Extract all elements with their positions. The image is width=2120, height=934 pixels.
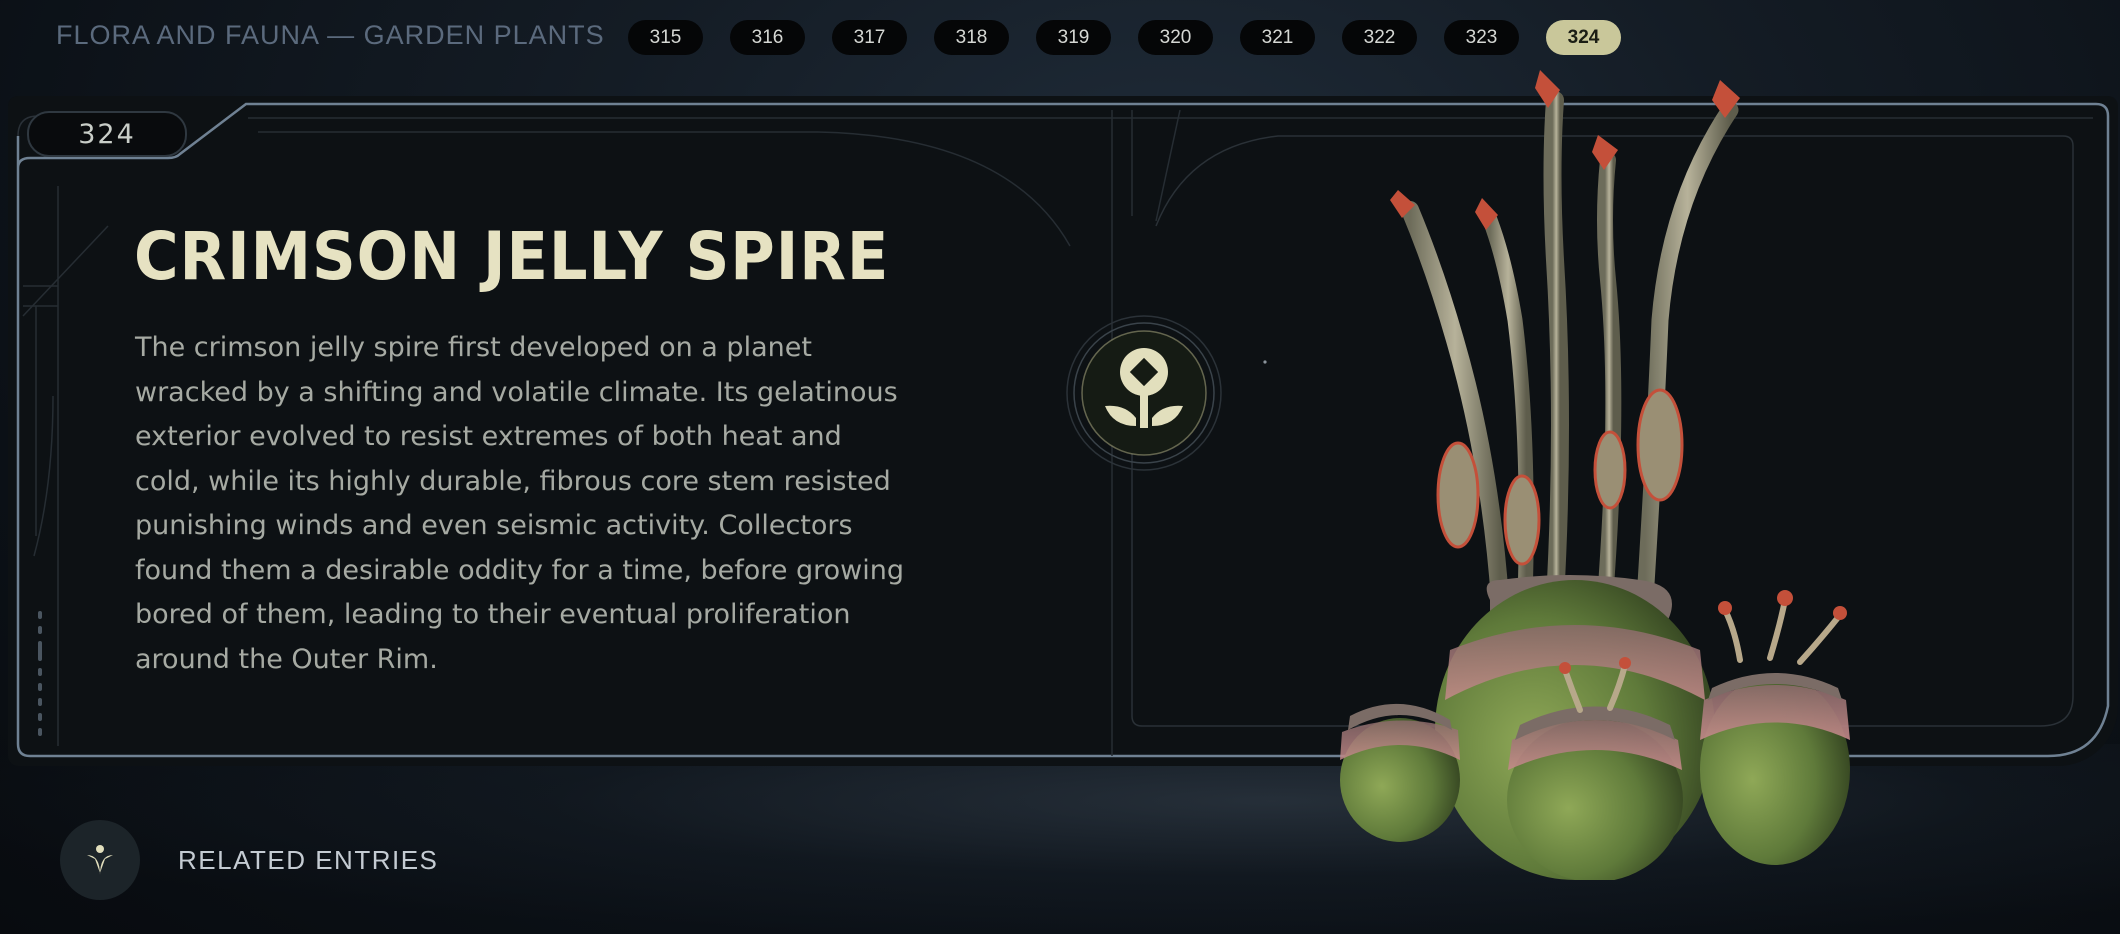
- description-line: found them a desirable oddity for a time…: [135, 554, 905, 586]
- description-line: bored of them, leading to their eventual…: [135, 599, 851, 630]
- description-line: exterior evolved to resist extremes of b…: [135, 421, 842, 452]
- description-line: around the Outer Rim.: [135, 643, 438, 675]
- entry-title: CRIMSON JELLY SPIRE: [134, 218, 890, 295]
- plant-sprout-icon: [1066, 315, 1222, 471]
- page-pill-315[interactable]: 315: [628, 20, 703, 55]
- related-entries-label: RELATED ENTRIES: [178, 844, 439, 875]
- page-pill-318[interactable]: 318: [934, 20, 1009, 55]
- description-line: The crimson jelly spire first developed …: [135, 332, 812, 363]
- description-line: wracked by a shifting and volatile clima…: [135, 376, 898, 408]
- page-pill-321[interactable]: 321: [1240, 20, 1315, 55]
- entry-number-badge: 324: [27, 111, 187, 157]
- page-pill-319[interactable]: 319: [1036, 20, 1111, 55]
- page-pill-316[interactable]: 316: [730, 20, 805, 55]
- description-line: punishing winds and even seismic activit…: [135, 510, 853, 541]
- breadcrumb: FLORA AND FAUNA — GARDEN PLANTS: [56, 20, 605, 50]
- page-pill-320[interactable]: 320: [1138, 20, 1213, 55]
- crimson-jelly-spire-plant: [1340, 70, 1850, 880]
- related-entries-icon: [60, 820, 140, 900]
- description-line: cold, while its highly durable, fibrous …: [135, 465, 891, 497]
- related-entries-button[interactable]: RELATED ENTRIES: [60, 820, 438, 900]
- page-pill-317[interactable]: 317: [832, 20, 907, 55]
- entry-description: The crimson jelly spire first developed …: [135, 326, 905, 682]
